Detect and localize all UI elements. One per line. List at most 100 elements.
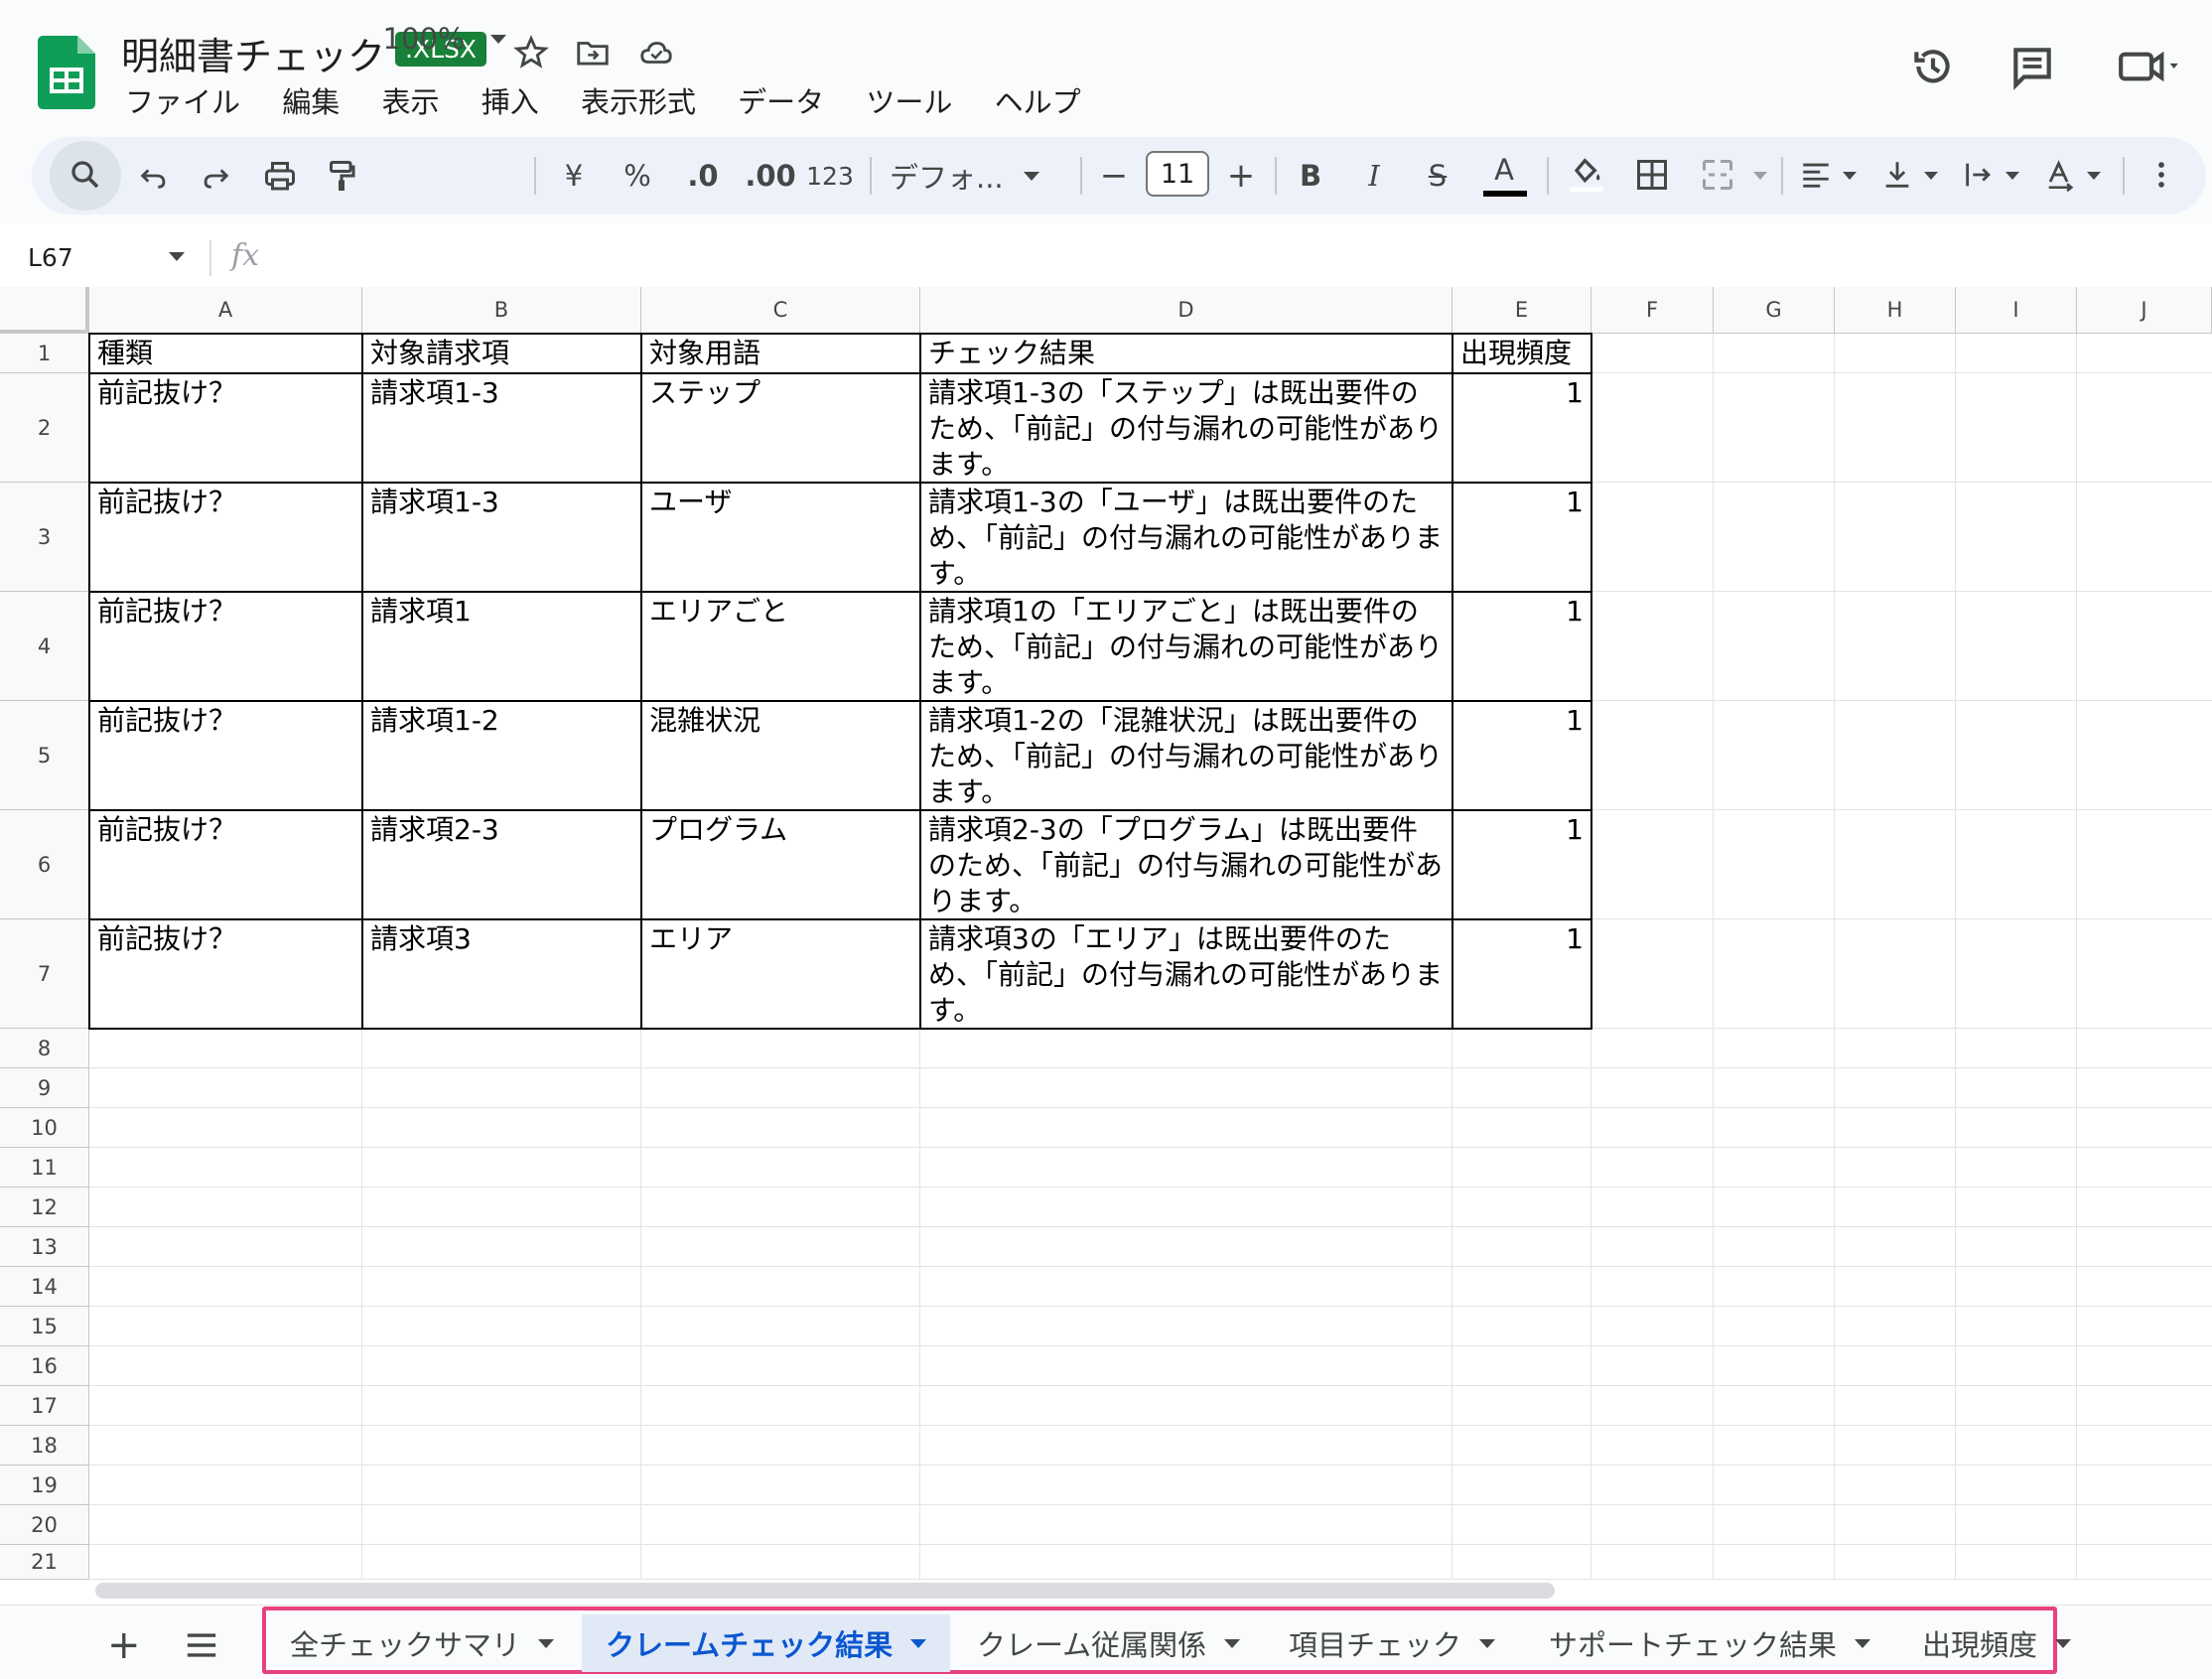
data-cell[interactable]: 1 xyxy=(1452,373,1591,483)
data-cell[interactable]: 1 xyxy=(1452,592,1591,701)
sheet-tab[interactable]: 項目チェック xyxy=(1289,1614,1496,1672)
row-header-1[interactable]: 1 xyxy=(0,334,89,373)
more-formats-button[interactable]: 123 xyxy=(806,137,854,214)
increase-font-size-button[interactable]: + xyxy=(1223,137,1259,214)
row-header-5[interactable]: 5 xyxy=(0,701,89,810)
row-header-3[interactable]: 3 xyxy=(0,483,89,592)
menu-tools[interactable]: ツール xyxy=(866,85,952,119)
column-header-h[interactable]: H xyxy=(1835,287,1956,334)
data-cell[interactable]: 請求項3の「エリア」は既出要件のため、「前記」の付与漏れの可能性があります。 xyxy=(920,919,1452,1029)
chevron-down-icon[interactable] xyxy=(169,252,185,261)
row-header-6[interactable]: 6 xyxy=(0,810,89,919)
data-cell[interactable]: 請求項1 xyxy=(362,592,641,701)
data-cell[interactable]: 前記抜け？ xyxy=(89,373,362,483)
sheet-tab[interactable]: サポートチェック結果 xyxy=(1549,1614,1871,1672)
comments-icon[interactable] xyxy=(2007,42,2057,91)
data-cell[interactable]: 請求項2-3の「プログラム」は既出要件のため、「前記」の付与漏れの可能性がありま… xyxy=(920,810,1452,919)
data-cell[interactable]: 請求項1-3 xyxy=(362,483,641,592)
row-header-11[interactable]: 11 xyxy=(0,1148,89,1188)
star-icon[interactable] xyxy=(512,34,550,71)
name-box[interactable]: L67 xyxy=(28,243,73,272)
data-cell[interactable]: 請求項2-3 xyxy=(362,810,641,919)
sheet-tab[interactable]: クレームチェック結果 xyxy=(582,1614,951,1672)
borders-icon[interactable] xyxy=(1634,157,1670,193)
chevron-down-icon[interactable] xyxy=(1855,1638,1871,1648)
data-cell[interactable]: 前記抜け？ xyxy=(89,919,362,1029)
all-sheets-icon[interactable] xyxy=(185,1632,218,1658)
decrease-decimal-button[interactable]: .0 xyxy=(679,137,727,214)
row-header-10[interactable]: 10 xyxy=(0,1108,89,1148)
fill-color-icon[interactable] xyxy=(1567,153,1606,195)
row-header-14[interactable]: 14 xyxy=(0,1267,89,1307)
data-cell[interactable]: 請求項1-3 xyxy=(362,373,641,483)
horizontal-align-icon[interactable] xyxy=(1799,157,1833,193)
redo-icon[interactable] xyxy=(199,159,232,193)
data-cell[interactable]: 1 xyxy=(1452,810,1591,919)
row-header-16[interactable]: 16 xyxy=(0,1346,89,1386)
menu-file[interactable]: ファイル xyxy=(125,85,240,119)
menu-help[interactable]: ヘルプ xyxy=(995,85,1081,119)
row-header-15[interactable]: 15 xyxy=(0,1307,89,1346)
sheet-tab[interactable]: 出現頻度 xyxy=(1922,1614,2072,1672)
row-header-7[interactable]: 7 xyxy=(0,919,89,1029)
row-header-8[interactable]: 8 xyxy=(0,1029,89,1068)
menu-data[interactable]: データ xyxy=(738,85,824,119)
version-history-icon[interactable] xyxy=(1908,42,1958,91)
chevron-down-icon[interactable] xyxy=(2055,1638,2072,1648)
row-header-21[interactable]: 21 xyxy=(0,1545,89,1580)
sheet-tab[interactable]: 全チェックサマリ xyxy=(290,1614,555,1672)
zoom-select[interactable]: 100% xyxy=(383,0,507,77)
chevron-down-icon[interactable] xyxy=(1224,1638,1241,1648)
data-cell[interactable]: ステップ xyxy=(641,373,920,483)
move-folder-icon[interactable] xyxy=(574,34,612,71)
add-sheet-button[interactable]: + xyxy=(107,1622,141,1668)
menu-insert[interactable]: 挿入 xyxy=(482,85,539,119)
data-cell[interactable]: ユーザ xyxy=(641,483,920,592)
menu-view[interactable]: 表示 xyxy=(381,85,439,119)
data-cell[interactable]: 1 xyxy=(1452,483,1591,592)
menu-format[interactable]: 表示形式 xyxy=(581,85,696,119)
text-wrapping-icon[interactable] xyxy=(1962,157,1996,193)
column-header-e[interactable]: E xyxy=(1452,287,1591,334)
text-color-button[interactable]: A xyxy=(1481,131,1527,209)
horizontal-scrollbar[interactable] xyxy=(95,1583,1555,1599)
column-header-f[interactable]: F xyxy=(1591,287,1714,334)
data-cell[interactable]: 請求項1-2 xyxy=(362,701,641,810)
text-rotation-icon[interactable] xyxy=(2043,157,2077,193)
header-cell[interactable]: チェック結果 xyxy=(920,334,1452,373)
sheets-logo-icon[interactable] xyxy=(38,36,95,109)
row-header-17[interactable]: 17 xyxy=(0,1386,89,1426)
data-cell[interactable]: プログラム xyxy=(641,810,920,919)
vertical-align-icon[interactable] xyxy=(1880,157,1914,193)
document-title[interactable]: 明細書チェック xyxy=(121,26,385,80)
print-icon[interactable] xyxy=(262,159,298,195)
chevron-down-icon[interactable] xyxy=(538,1638,555,1648)
formula-input[interactable] xyxy=(278,240,2204,278)
more-options-icon[interactable] xyxy=(2144,157,2178,193)
column-header-d[interactable]: D xyxy=(920,287,1452,334)
strikethrough-button[interactable]: S xyxy=(1420,137,1455,214)
chevron-down-icon[interactable] xyxy=(910,1638,927,1648)
data-cell[interactable]: エリアごと xyxy=(641,592,920,701)
percent-format-button[interactable]: % xyxy=(616,137,659,214)
header-cell[interactable]: 出現頻度 xyxy=(1452,334,1591,373)
row-header-19[interactable]: 19 xyxy=(0,1466,89,1505)
font-family-select[interactable]: デフォ... xyxy=(890,137,1058,214)
header-cell[interactable]: 対象用語 xyxy=(641,334,920,373)
data-cell[interactable]: 前記抜け？ xyxy=(89,701,362,810)
header-cell[interactable]: 種類 xyxy=(89,334,362,373)
data-cell[interactable]: 請求項1-3の「ユーザ」は既出要件のため、「前記」の付与漏れの可能性があります。 xyxy=(920,483,1452,592)
column-header-b[interactable]: B xyxy=(362,287,641,334)
cloud-saved-icon[interactable] xyxy=(637,34,675,71)
currency-format-button[interactable]: ¥ xyxy=(552,137,596,214)
data-cell[interactable]: エリア xyxy=(641,919,920,1029)
column-header-a[interactable]: A xyxy=(89,287,362,334)
data-cell[interactable]: 前記抜け？ xyxy=(89,592,362,701)
undo-icon[interactable] xyxy=(137,159,171,193)
data-cell[interactable]: 請求項3 xyxy=(362,919,641,1029)
column-header-g[interactable]: G xyxy=(1714,287,1835,334)
italic-button[interactable]: I xyxy=(1356,137,1392,214)
paint-format-icon[interactable] xyxy=(324,157,359,195)
data-cell[interactable]: 1 xyxy=(1452,701,1591,810)
row-header-12[interactable]: 12 xyxy=(0,1188,89,1227)
